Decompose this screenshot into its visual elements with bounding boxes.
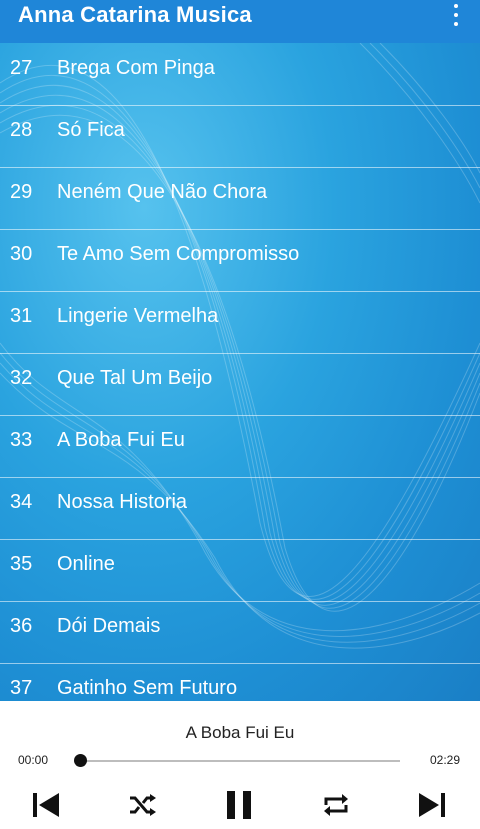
song-title: A Boba Fui Eu bbox=[57, 429, 185, 451]
player-bar: A Boba Fui Eu 00:00 02:29 bbox=[0, 701, 480, 829]
total-time: 02:29 bbox=[429, 753, 460, 767]
song-title: Neném Que Não Chora bbox=[57, 181, 268, 203]
seek-thumb[interactable] bbox=[74, 754, 87, 767]
song-number: 32 bbox=[10, 367, 33, 389]
song-title: Lingerie Vermelha bbox=[57, 305, 219, 327]
now-playing-title: A Boba Fui Eu bbox=[185, 723, 295, 742]
app-bar: Anna Catarina Musica bbox=[0, 0, 480, 43]
song-row[interactable]: 34 Nossa Historia bbox=[0, 477, 480, 540]
song-row[interactable]: 33 A Boba Fui Eu bbox=[0, 415, 480, 478]
song-title: Dói Demais bbox=[57, 615, 161, 637]
song-row[interactable]: 29 Neném Que Não Chora bbox=[0, 167, 480, 230]
seek-bar[interactable] bbox=[80, 760, 400, 762]
song-number: 37 bbox=[10, 677, 33, 699]
song-row[interactable]: 36 Dói Demais bbox=[0, 601, 480, 664]
song-number: 29 bbox=[10, 181, 33, 203]
song-title: Só Fica bbox=[57, 119, 125, 141]
song-row[interactable]: 30 Te Amo Sem Compromisso bbox=[0, 229, 480, 292]
song-number: 34 bbox=[10, 491, 33, 513]
pause-icon[interactable] bbox=[222, 789, 256, 821]
skip-next-icon[interactable] bbox=[416, 789, 448, 821]
song-number: 30 bbox=[10, 243, 33, 265]
song-title: Online bbox=[57, 553, 115, 575]
song-title: Te Amo Sem Compromisso bbox=[57, 243, 300, 265]
song-row[interactable]: 27 Brega Com Pinga bbox=[0, 43, 480, 106]
song-title: Nossa Historia bbox=[57, 491, 188, 513]
repeat-icon[interactable] bbox=[320, 789, 352, 821]
skip-previous-icon[interactable] bbox=[30, 789, 62, 821]
song-number: 36 bbox=[10, 615, 33, 637]
more-vert-icon[interactable] bbox=[452, 4, 460, 26]
app-title: Anna Catarina Musica bbox=[18, 2, 252, 27]
song-number: 33 bbox=[10, 429, 33, 451]
current-time: 00:00 bbox=[18, 753, 49, 767]
song-row[interactable]: 28 Só Fica bbox=[0, 105, 480, 168]
song-row[interactable]: 32 Que Tal Um Beijo bbox=[0, 353, 480, 416]
shuffle-icon[interactable] bbox=[126, 789, 158, 821]
song-row[interactable]: 35 Online bbox=[0, 539, 480, 602]
song-number: 31 bbox=[10, 305, 33, 327]
song-title: Gatinho Sem Futuro bbox=[57, 677, 238, 699]
song-row[interactable]: 31 Lingerie Vermelha bbox=[0, 291, 480, 354]
song-title: Brega Com Pinga bbox=[57, 57, 215, 79]
song-number: 35 bbox=[10, 553, 33, 575]
song-number: 28 bbox=[10, 119, 33, 141]
song-number: 27 bbox=[10, 57, 33, 79]
song-title: Que Tal Um Beijo bbox=[57, 367, 213, 389]
